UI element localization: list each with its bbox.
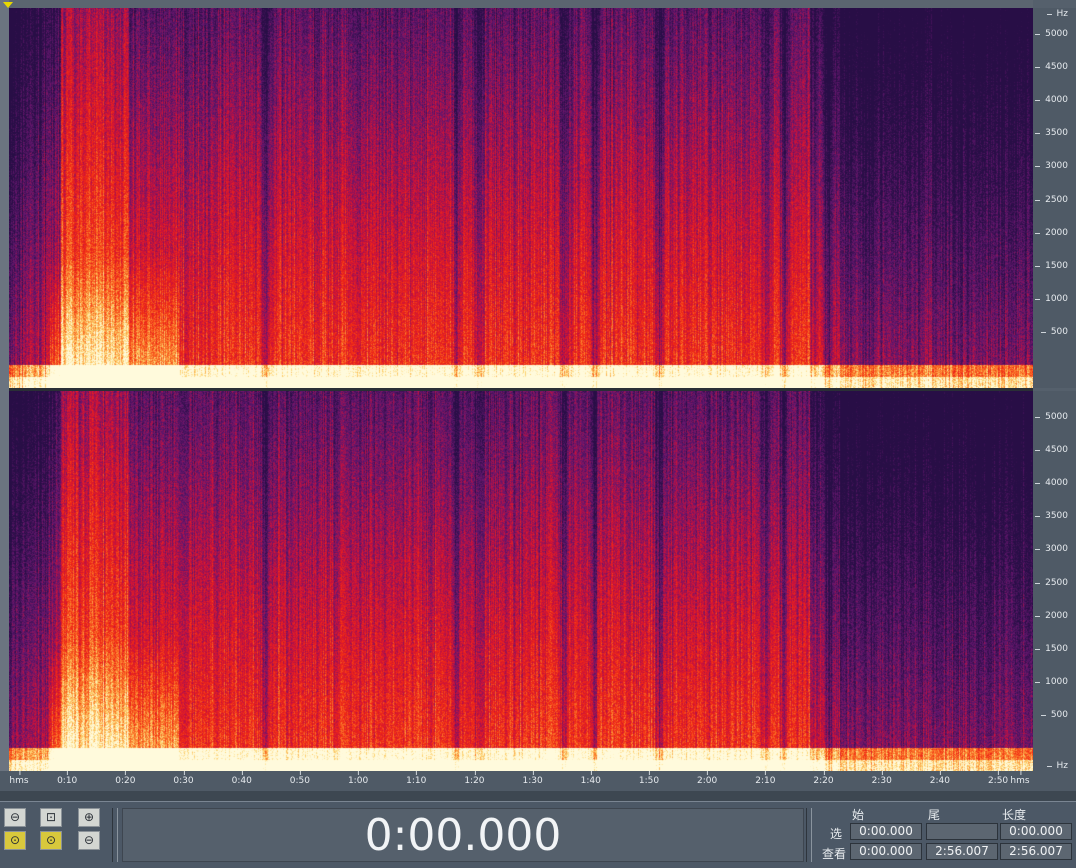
zoom-right-button[interactable]: ⊙ bbox=[40, 831, 62, 850]
frequency-tick-label: 2000 bbox=[1035, 610, 1068, 621]
selection-label: 选 bbox=[830, 827, 843, 841]
time-tick-label: 2:00 bbox=[697, 771, 718, 786]
frequency-tick-label: 2000 bbox=[1035, 227, 1068, 238]
time-tick-label: 1:20 bbox=[464, 771, 485, 786]
zoom-selection-button[interactable]: ⊡ bbox=[40, 808, 62, 827]
selection-view-panel: 始 尾 长度 选 0:00.000 0:00.000 查看 0:00.000 2… bbox=[814, 804, 1076, 866]
top-overview-bar[interactable] bbox=[9, 0, 1033, 8]
frequency-tick-label: 3000 bbox=[1035, 544, 1068, 555]
time-tick-label: 2:40 bbox=[929, 771, 950, 786]
selection-end-field[interactable] bbox=[926, 823, 998, 840]
frequency-tick-label: 1000 bbox=[1035, 293, 1068, 304]
frequency-tick-label: 2500 bbox=[1035, 577, 1068, 588]
begin-header: 始 bbox=[852, 808, 865, 822]
frequency-tick-label: 1500 bbox=[1035, 260, 1068, 271]
time-tick-label: 2:30 bbox=[871, 771, 892, 786]
zoom-in-vertical-button[interactable]: ⊕ bbox=[78, 808, 100, 827]
time-tick-label: 2:10 bbox=[755, 771, 776, 786]
separator bbox=[112, 808, 118, 862]
time-tick-label: 1:10 bbox=[406, 771, 427, 786]
time-tick-label: 1:40 bbox=[580, 771, 601, 786]
time-tick-label: 0:30 bbox=[173, 771, 194, 786]
time-unit-label: hms bbox=[1010, 771, 1030, 786]
view-begin-field[interactable]: 0:00.000 bbox=[850, 843, 922, 860]
frequency-tick-label: 4000 bbox=[1035, 478, 1068, 489]
spectrogram-channel-top[interactable] bbox=[9, 8, 1033, 388]
time-ruler[interactable]: hms 0:10 0:20 0:30 0:40 0:50 1:00 1:10 1:20 1:30 1… bbox=[0, 771, 1076, 791]
frequency-tick-label: 2500 bbox=[1035, 194, 1068, 205]
time-tick-label: 1:50 bbox=[638, 771, 660, 786]
frequency-ruler-bottom: 5000 4500 4000 3500 3000 2500 2000 1500 1000 500 H… bbox=[1033, 391, 1076, 771]
frequency-tick-label: 5000 bbox=[1035, 29, 1068, 40]
zoom-out-vertical-button[interactable]: ⊖ bbox=[78, 831, 100, 850]
time-tick-label: 2:50 bbox=[987, 771, 1009, 786]
zoom-out-button[interactable]: ⊖ bbox=[4, 808, 26, 827]
frequency-tick-label: 3500 bbox=[1035, 511, 1068, 522]
current-time: 0:00.000 bbox=[364, 810, 562, 861]
separator bbox=[806, 808, 812, 862]
view-length-field[interactable]: 2:56.007 bbox=[1000, 843, 1072, 860]
status-panel: ⊖ ⊡ ⊕ ⊙ ⊙ ⊖ 0:00.000 始 尾 长度 选 0:00.000 0:00.0… bbox=[0, 801, 1076, 868]
time-tick-label: 0:20 bbox=[115, 771, 136, 786]
waveform-editor[interactable]: Hz 5000 4500 4000 3500 3000 2500 2000 1500 1000 50… bbox=[0, 0, 1076, 800]
frequency-tick-label: 3500 bbox=[1035, 128, 1068, 139]
frequency-tick-label: 3000 bbox=[1035, 161, 1068, 172]
frequency-tick-label: 4500 bbox=[1035, 62, 1068, 73]
time-tick-label: 0:50 bbox=[289, 771, 310, 786]
left-margin bbox=[0, 0, 9, 800]
time-tick-label: 0:40 bbox=[231, 771, 252, 786]
time-tick-label: 1:00 bbox=[347, 771, 369, 786]
selection-begin-field[interactable]: 0:00.000 bbox=[850, 823, 922, 840]
frequency-unit-label: Hz bbox=[1046, 761, 1068, 771]
length-header: 长度 bbox=[1002, 808, 1027, 822]
time-display: 0:00.000 bbox=[122, 808, 804, 862]
time-tick-label: 0:10 bbox=[57, 771, 78, 786]
frequency-tick-label: 4000 bbox=[1035, 95, 1068, 106]
selection-length-field[interactable]: 0:00.000 bbox=[1000, 823, 1072, 840]
frequency-tick-label: 5000 bbox=[1035, 412, 1068, 423]
frequency-tick-label: 500 bbox=[1040, 709, 1068, 720]
view-end-field[interactable]: 2:56.007 bbox=[926, 843, 998, 860]
view-label: 查看 bbox=[822, 847, 847, 861]
time-unit-label: hms bbox=[9, 771, 29, 786]
frequency-tick-label: 1000 bbox=[1035, 676, 1068, 687]
frequency-unit-label: Hz bbox=[1046, 9, 1068, 19]
frequency-tick-label: 500 bbox=[1040, 326, 1068, 337]
time-tick-label: 1:30 bbox=[522, 771, 543, 786]
end-header: 尾 bbox=[928, 808, 941, 822]
frequency-tick-label: 4500 bbox=[1035, 445, 1068, 456]
frequency-ruler-top: Hz 5000 4500 4000 3500 3000 2500 2000 1500 1000 50… bbox=[1033, 8, 1076, 388]
spectrogram-channel-bottom[interactable] bbox=[9, 391, 1033, 771]
horizontal-scroll-area[interactable] bbox=[0, 791, 1076, 801]
time-tick-label: 2:20 bbox=[813, 771, 834, 786]
zoom-left-button[interactable]: ⊙ bbox=[4, 831, 26, 850]
frequency-tick-label: 1500 bbox=[1035, 643, 1068, 654]
